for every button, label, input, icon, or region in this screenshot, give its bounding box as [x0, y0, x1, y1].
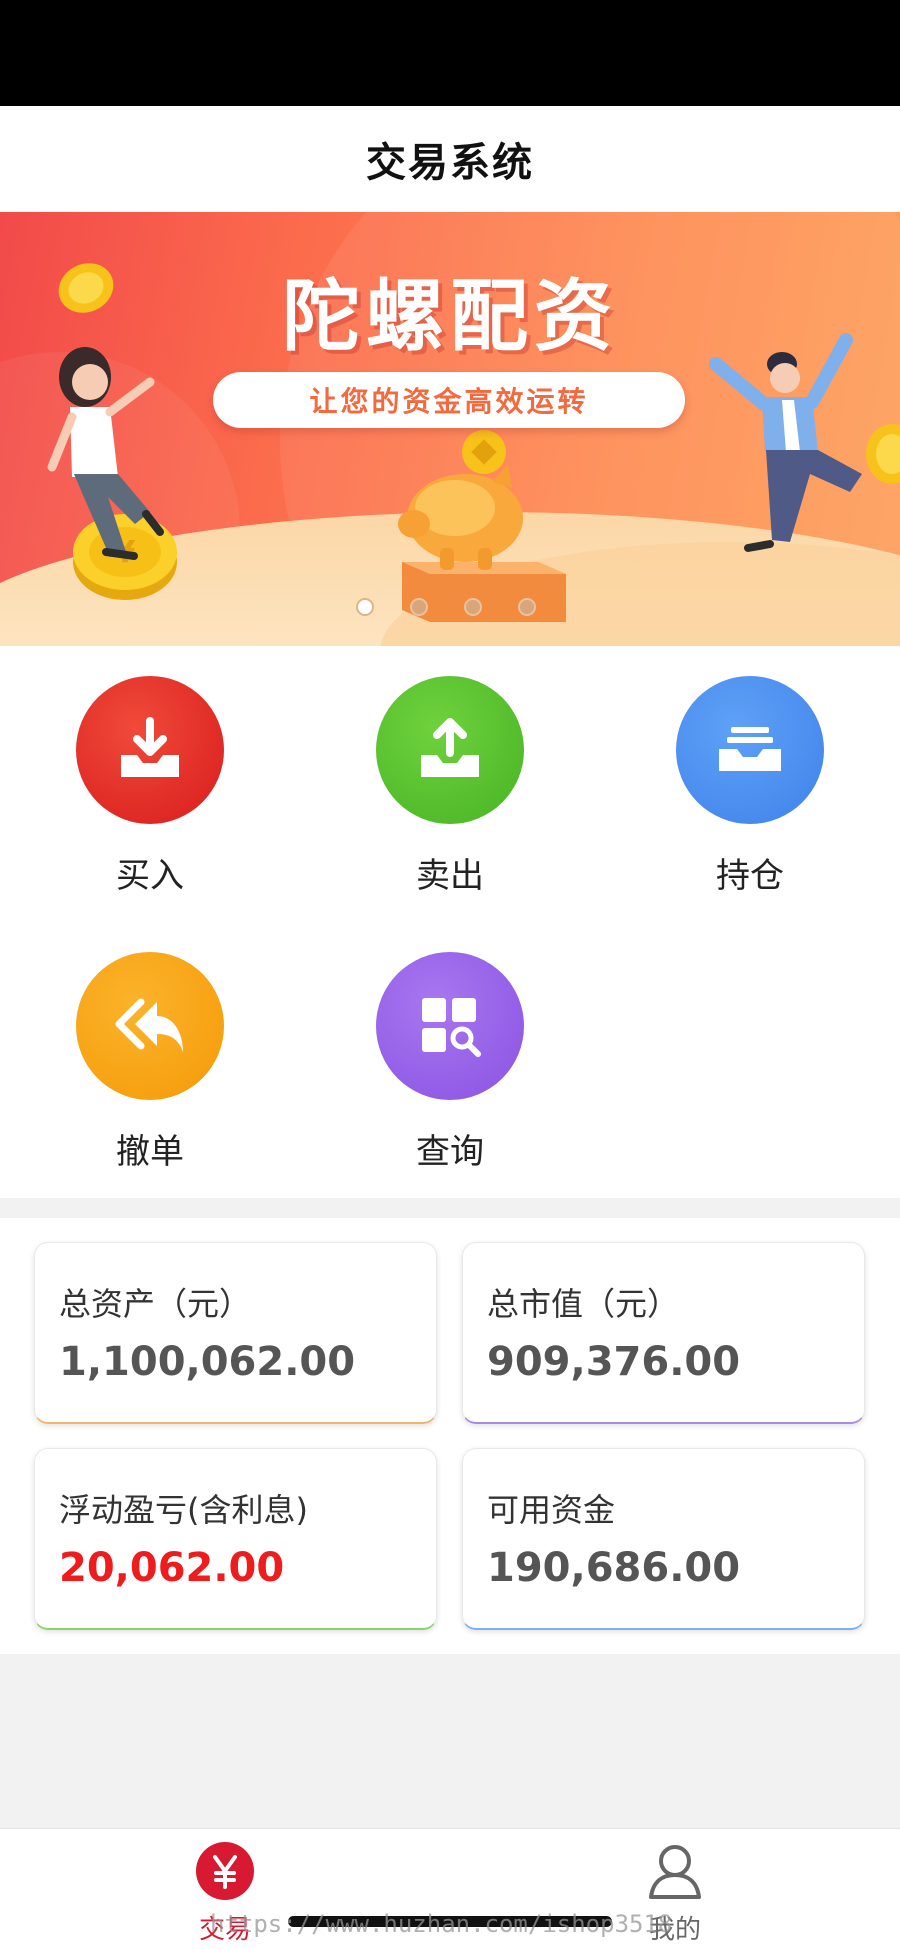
market-value-label: 总市值（元） [487, 1285, 680, 1323]
download-tray-icon [76, 676, 224, 824]
query-label: 查询 [416, 1132, 484, 1172]
action-grid: 买入 卖出 持仓 撤单 查询 [0, 646, 900, 1198]
status-bar [0, 0, 900, 106]
carousel-dot[interactable] [356, 598, 374, 616]
promo-banner[interactable]: ¥ [0, 212, 900, 646]
query-button[interactable]: 查询 [350, 952, 550, 1173]
available-funds-card: 可用资金 190,686.00 [462, 1448, 865, 1630]
banner-tagline: 让您的资金高效运转 [213, 372, 685, 428]
sell-button[interactable]: 卖出 [350, 676, 550, 897]
carousel-dot[interactable] [518, 598, 536, 616]
double-reply-icon [76, 952, 224, 1100]
page-title: 交易系统 [366, 140, 534, 186]
cancel-order-button[interactable]: 撤单 [50, 952, 250, 1173]
coin-icon [866, 424, 900, 484]
inbox-stack-icon [676, 676, 824, 824]
total-assets-value: 1,100,062.00 [59, 1339, 356, 1385]
piggy-bank-icon [398, 430, 566, 622]
carousel-dot[interactable] [410, 598, 428, 616]
available-funds-label: 可用资金 [487, 1491, 616, 1529]
buy-label: 买入 [116, 856, 184, 896]
floating-pnl-value: 20,062.00 [59, 1545, 285, 1591]
buy-button[interactable]: 买入 [50, 676, 250, 897]
upload-tray-icon [376, 676, 524, 824]
yen-icon [196, 1842, 254, 1900]
banner-headline: 陀螺配资 [281, 272, 618, 362]
total-assets-label: 总资产（元） [59, 1285, 252, 1323]
account-summary: 总资产（元） 1,100,062.00 总市值（元） 909,376.00 浮动… [0, 1218, 900, 1654]
total-assets-card: 总资产（元） 1,100,062.00 [34, 1242, 437, 1424]
sell-label: 卖出 [416, 856, 484, 896]
market-value-card: 总市值（元） 909,376.00 [462, 1242, 865, 1424]
holdings-label: 持仓 [716, 856, 784, 896]
market-value-value: 909,376.00 [487, 1339, 741, 1385]
available-funds-value: 190,686.00 [487, 1545, 741, 1591]
floating-pnl-card: 浮动盈亏(含利息) 20,062.00 [34, 1448, 437, 1630]
man-figure [709, 333, 862, 552]
grid-search-icon [376, 952, 524, 1100]
carousel-dot[interactable] [464, 598, 482, 616]
cancel-order-label: 撤单 [116, 1132, 184, 1172]
carousel-dots[interactable] [356, 598, 536, 616]
user-icon [649, 1845, 701, 1899]
floating-pnl-label: 浮动盈亏(含利息) [59, 1491, 308, 1529]
title-bar: 交易系统 [0, 106, 900, 212]
holdings-button[interactable]: 持仓 [650, 676, 850, 897]
watermark-text: https://www.huzhan.com/ishop3518 [210, 1910, 673, 1938]
